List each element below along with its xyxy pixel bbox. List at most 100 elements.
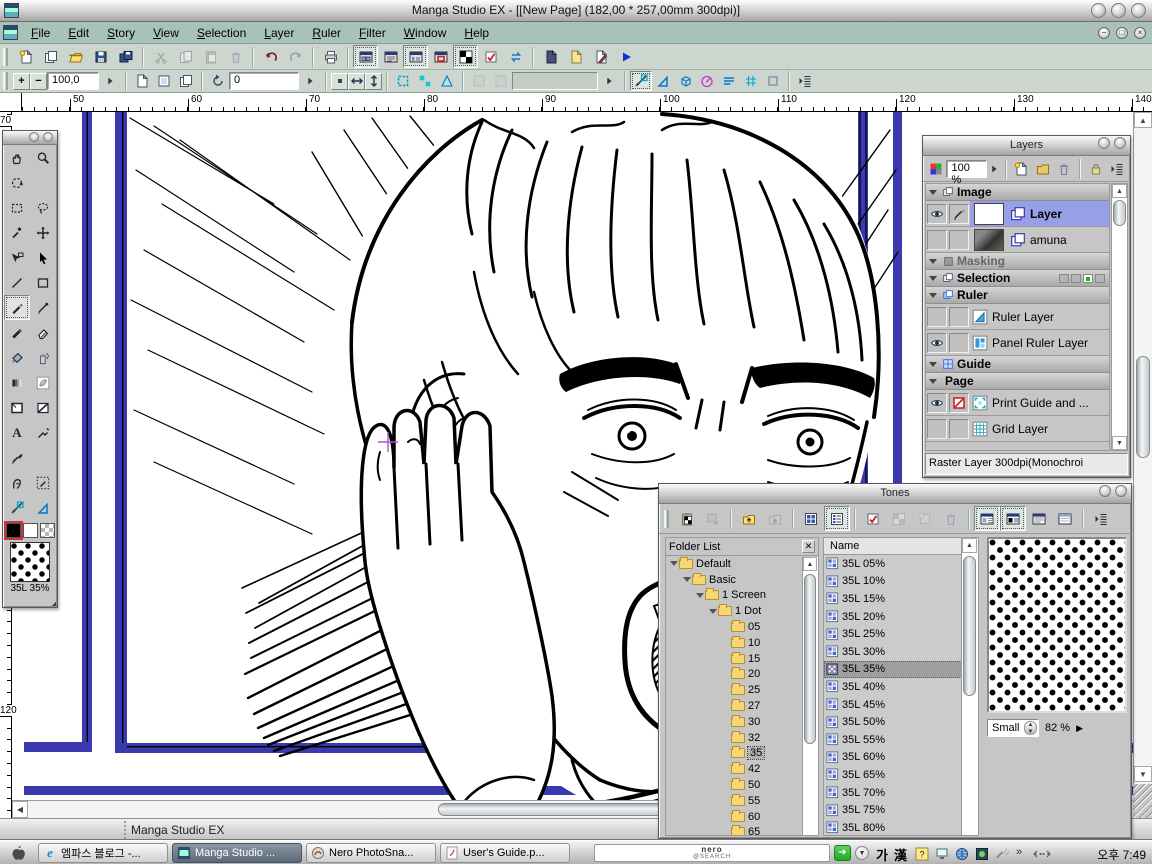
layers-palette-titlebar[interactable]: Layers — [923, 136, 1130, 156]
visibility-toggle[interactable] — [927, 393, 947, 413]
layer-group-masking[interactable]: Masking — [926, 253, 1109, 270]
run-story-button[interactable] — [613, 45, 638, 68]
menu-filter[interactable]: Filter — [350, 24, 395, 42]
snap-to-frame-button[interactable] — [392, 71, 414, 91]
preview-menu-arrow-icon[interactable]: ▶ — [1076, 723, 1083, 734]
text-tool[interactable]: A — [4, 420, 30, 445]
rotation-field[interactable]: 0 — [229, 72, 299, 90]
palette-minimize-icon[interactable] — [1099, 485, 1111, 497]
toggle-tones-window-button[interactable] — [453, 45, 478, 68]
network-tray-icon[interactable] — [1032, 846, 1052, 861]
undo-button[interactable] — [258, 45, 283, 68]
tone-folder-30[interactable]: 30 — [666, 714, 818, 730]
tone-item-35l-50-[interactable]: 35L 50% — [824, 713, 978, 731]
airbrush-tool[interactable] — [30, 345, 56, 370]
foreground-color[interactable] — [6, 523, 21, 538]
select-mode-2-button[interactable] — [490, 71, 512, 91]
ime-hanja-indicator[interactable]: 漢 — [894, 845, 907, 864]
tone-folder-55[interactable]: 55 — [666, 793, 818, 809]
draw-toggle[interactable] — [949, 204, 969, 224]
scroll-up-button[interactable]: ▲ — [803, 557, 817, 571]
layout-wide-button[interactable] — [1052, 506, 1078, 531]
toggle-story-editor-button[interactable] — [378, 45, 403, 68]
ruler-solid-button[interactable] — [674, 71, 696, 91]
draw-toggle[interactable] — [949, 230, 969, 250]
move-tool[interactable] — [30, 220, 56, 245]
show-selection-button[interactable] — [860, 506, 886, 531]
materials-catalog-button[interactable] — [563, 45, 588, 68]
palette-close-icon[interactable] — [1114, 137, 1126, 149]
draw-toggle[interactable] — [949, 307, 969, 327]
taskbar-task-4[interactable]: User's Guide.p... — [440, 843, 570, 863]
menu-file[interactable]: File — [22, 24, 59, 42]
tone-item-35l-15-[interactable]: 35L 15% — [824, 590, 978, 608]
tone-folder-35[interactable]: 35 — [666, 746, 818, 762]
vertical-scroll-thumb[interactable] — [1136, 356, 1150, 458]
minimize-button[interactable] — [1091, 3, 1106, 18]
save-all-button[interactable] — [113, 45, 138, 68]
layer-row-panel-ruler-layer[interactable]: Panel Ruler Layer — [926, 330, 1109, 356]
snap-to-tone-button[interactable] — [414, 71, 436, 91]
zoom-in-button[interactable]: + — [13, 73, 30, 90]
tone-item-35l-20-[interactable]: 35L 20% — [824, 608, 978, 626]
layer-opacity-field[interactable]: 100 % — [946, 160, 986, 178]
palette-minimize-icon[interactable] — [1098, 137, 1110, 149]
layers-scrollbar[interactable]: ▲ ▼ — [1111, 183, 1128, 451]
tone-item-35l-60-[interactable]: 35L 60% — [824, 749, 978, 767]
selection-pen-tool[interactable] — [30, 470, 56, 495]
hand-tool[interactable] — [4, 145, 30, 170]
expand-triangle-icon[interactable] — [696, 593, 704, 598]
rotate-canvas-tool[interactable] — [4, 170, 30, 195]
rotate-apply-button[interactable] — [299, 71, 321, 91]
line-tool[interactable] — [4, 270, 30, 295]
layer-group-ruler[interactable]: Ruler — [926, 287, 1109, 304]
ime-help-icon[interactable]: ? — [914, 846, 929, 861]
frame-tool[interactable] — [4, 395, 30, 420]
current-tone-preview[interactable] — [10, 542, 50, 582]
frame-cutter-tool[interactable] — [30, 395, 56, 420]
scroll-left-button[interactable]: ◀ — [12, 801, 28, 818]
toggle-action-window-button[interactable] — [428, 45, 453, 68]
tool-palette-titlebar[interactable] — [3, 131, 57, 145]
new-layer-button[interactable] — [1011, 158, 1032, 180]
tone-folder-60[interactable]: 60 — [666, 809, 818, 825]
reset-view-button[interactable] — [331, 73, 348, 90]
layer-row-print-guide-and[interactable]: Print Guide and ... — [926, 390, 1109, 416]
magic-wand-tool[interactable] — [4, 220, 30, 245]
new-page-button[interactable] — [13, 45, 38, 68]
tone-item-35l-80-[interactable]: 35L 80% — [824, 819, 978, 836]
new-tone-button[interactable] — [912, 506, 938, 531]
tone-folder-42[interactable]: 42 — [666, 761, 818, 777]
transparent-color[interactable] — [40, 523, 55, 538]
toolbar-menu-button[interactable] — [794, 71, 816, 91]
tone-item-35l-65-[interactable]: 35L 65% — [824, 766, 978, 784]
marker-tool[interactable] — [4, 320, 30, 345]
visibility-toggle[interactable] — [927, 204, 947, 224]
zoom-field[interactable]: 100,0 — [47, 72, 99, 90]
layout-list-button[interactable] — [1000, 506, 1026, 531]
tone-item-35l-35-[interactable]: 35L 35% — [824, 661, 978, 679]
taskbar-clock[interactable]: 오후 7:49 — [1097, 846, 1146, 863]
ruler-grid-button[interactable] — [740, 71, 762, 91]
no-print-toggle[interactable] — [949, 393, 969, 413]
tone-folder-50[interactable]: 50 — [666, 777, 818, 793]
menu-view[interactable]: View — [144, 24, 188, 42]
print-button[interactable] — [318, 45, 343, 68]
paste-tone-button[interactable] — [674, 506, 700, 531]
zoom-apply-button[interactable] — [99, 71, 121, 91]
tone-sample-button[interactable] — [886, 506, 912, 531]
visibility-toggle[interactable] — [927, 307, 947, 327]
print-size-button[interactable] — [175, 71, 197, 91]
start-button[interactable] — [6, 843, 30, 863]
tone-folder-20[interactable]: 20 — [666, 667, 818, 683]
layer-group-guide[interactable]: Guide — [926, 356, 1109, 373]
palette-close-icon[interactable] — [43, 132, 53, 142]
draw-toggle[interactable] — [949, 333, 969, 353]
flip-horizontal-button[interactable] — [348, 73, 365, 90]
join-line-tool[interactable] — [30, 420, 56, 445]
ime-korean-indicator[interactable]: 가 — [876, 845, 888, 864]
tone-item-35l-05-[interactable]: 35L 05% — [824, 555, 978, 573]
actual-pixels-button[interactable] — [153, 71, 175, 91]
save-button[interactable] — [88, 45, 113, 68]
layer-row-grid-layer[interactable]: Grid Layer — [926, 416, 1109, 442]
